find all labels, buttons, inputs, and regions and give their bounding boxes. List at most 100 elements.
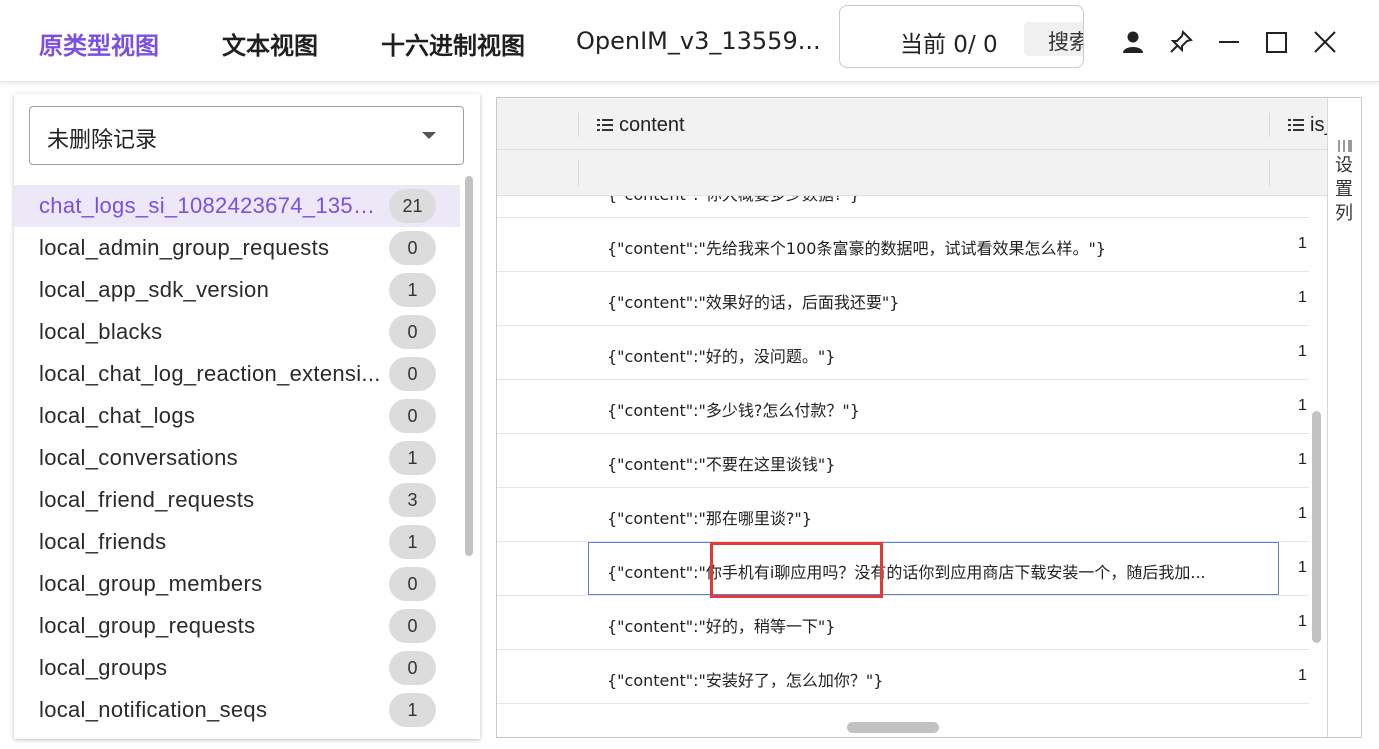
user-icon[interactable]: [1117, 26, 1149, 58]
table-name: local_group_members: [39, 571, 263, 596]
table-name: local_admin_group_requests: [39, 235, 330, 260]
column-settings-label: 设置列: [1335, 155, 1353, 224]
maximize-icon[interactable]: [1261, 26, 1293, 58]
table-item[interactable]: local_conversations 1: [14, 437, 460, 479]
chevron-down-icon: [422, 132, 436, 139]
table-item[interactable]: local_admin_group_requests 0: [14, 227, 460, 269]
table-name: local_chat_log_reaction_extensi...: [39, 361, 381, 386]
pin-icon[interactable]: [1165, 26, 1197, 58]
data-grid: content is_ {"content":"你大概要多少数据?"} 1 {"c…: [496, 97, 1362, 738]
is-cell[interactable]: 1: [1298, 505, 1307, 523]
grid-vertical-scrollbar[interactable]: [1312, 411, 1321, 643]
row-count-badge: 1: [389, 441, 436, 475]
is-cell[interactable]: 1: [1298, 289, 1307, 307]
is-cell[interactable]: 1: [1298, 613, 1307, 631]
grid-horizontal-scrollbar[interactable]: [847, 722, 939, 733]
table-row[interactable]: {"content":"那在哪里谈?"} 1: [497, 488, 1309, 542]
title-bar: 原类型视图 文本视图 十六进制视图 OpenIM_v3_13559... 当前 …: [0, 0, 1379, 82]
columns-icon: [1338, 140, 1352, 152]
column-divider[interactable]: [1269, 113, 1270, 137]
is-cell[interactable]: 1: [1298, 196, 1307, 199]
table-item[interactable]: chat_logs_si_1082423674_1355... 21: [14, 185, 460, 227]
content-cell[interactable]: {"content":"多少钱?怎么付款？"}: [607, 397, 1257, 421]
table-list-panel: 未删除记录 chat_logs_si_1082423674_1355... 21 …: [14, 94, 480, 739]
column-divider: [1269, 160, 1270, 186]
is-cell[interactable]: 1: [1298, 451, 1307, 469]
content-cell[interactable]: {"content":"先给我来个100条富豪的数据吧，试试看效果怎么样。"}: [607, 235, 1257, 259]
content-cell[interactable]: {"content":"安装好了，怎么加你？"}: [607, 667, 1257, 691]
table-item[interactable]: local_group_members 0: [14, 563, 460, 605]
table-row[interactable]: {"content":"你大概要多少数据?"} 1: [497, 196, 1309, 218]
is-cell[interactable]: 1: [1298, 667, 1307, 685]
is-cell[interactable]: 1: [1298, 559, 1307, 577]
table-item[interactable]: local_friend_requests 3: [14, 479, 460, 521]
tab-raw-type-view[interactable]: 原类型视图: [39, 26, 159, 61]
row-count-badge: 3: [389, 483, 436, 517]
column-header-content[interactable]: content: [597, 114, 685, 137]
grid-rows: {"content":"你大概要多少数据?"} 1 {"content":"先给我…: [497, 196, 1309, 706]
column-header-label: content: [619, 114, 685, 136]
table-row[interactable]: {"content":"先给我来个100条富豪的数据吧，试试看效果怎么样。"} 1: [497, 218, 1309, 272]
table-item[interactable]: local_chat_logs 0: [14, 395, 460, 437]
content-cell[interactable]: {"content":"好的，没问题。"}: [607, 343, 1257, 367]
content-cell[interactable]: {"content":"你大概要多少数据?"}: [607, 196, 1257, 205]
column-list-icon: [597, 114, 619, 136]
content-cell[interactable]: {"content":"不要在这里谈钱"}: [607, 451, 1257, 475]
content-cell[interactable]: {"content":"效果好的话，后面我还要"}: [607, 289, 1257, 313]
grid-filter-row[interactable]: [497, 150, 1329, 196]
table-item[interactable]: local_chat_log_reaction_extensi... 0: [14, 353, 460, 395]
table-item[interactable]: local_notification_seqs 1: [14, 689, 460, 731]
table-name: chat_logs_si_1082423674_1355...: [39, 193, 381, 218]
table-name: local_groups: [39, 655, 168, 680]
table-list-scrollbar[interactable]: [465, 176, 473, 556]
content-cell[interactable]: {"content":"好的，稍等一下"}: [607, 613, 1257, 637]
is-cell[interactable]: 1: [1298, 343, 1307, 361]
content-cell[interactable]: {"content":"你手机有i聊应用吗？没有的话你到应用商店下载安装一个，随…: [607, 559, 1257, 583]
table-row[interactable]: {"content":"好的，没问题。"} 1: [497, 326, 1309, 380]
table-name: local_friends: [39, 529, 167, 554]
table-list: chat_logs_si_1082423674_1355... 21 local_…: [14, 185, 460, 731]
tab-text-view[interactable]: 文本视图: [222, 26, 318, 61]
column-settings-button[interactable]: 设置列: [1327, 98, 1361, 737]
table-name: local_group_requests: [39, 613, 256, 638]
highlight-annotation-box: [710, 542, 883, 598]
table-row[interactable]: {"content":"安装好了，怎么加你？"} 1: [497, 650, 1309, 704]
table-name: local_conversations: [39, 445, 238, 470]
table-item[interactable]: local_friends 1: [14, 521, 460, 563]
table-name: local_chat_logs: [39, 403, 196, 428]
search-box: 当前 0/ 0 搜索: [839, 5, 1084, 68]
is-cell[interactable]: 1: [1298, 235, 1307, 253]
table-row[interactable]: {"content":"多少钱?怎么付款？"} 1: [497, 380, 1309, 434]
row-count-badge: 0: [389, 315, 436, 349]
row-count-badge: 0: [389, 567, 436, 601]
row-count-badge: 1: [389, 273, 436, 307]
row-count-badge: 0: [389, 231, 436, 265]
table-item[interactable]: local_blacks 0: [14, 311, 460, 353]
table-name: local_notification_seqs: [39, 697, 268, 722]
table-item[interactable]: local_groups 0: [14, 647, 460, 689]
file-name: OpenIM_v3_13559...: [576, 27, 821, 55]
table-row[interactable]: {"content":"效果好的话，后面我还要"} 1: [497, 272, 1309, 326]
column-divider: [578, 160, 579, 186]
is-cell[interactable]: 1: [1298, 397, 1307, 415]
search-button[interactable]: 搜索: [1024, 22, 1083, 56]
table-item[interactable]: local_app_sdk_version 1: [14, 269, 460, 311]
table-item[interactable]: local_group_requests 0: [14, 605, 460, 647]
record-filter-dropdown[interactable]: 未删除记录: [29, 106, 464, 165]
row-count-badge: 1: [389, 525, 436, 559]
record-filter-value: 未删除记录: [47, 128, 158, 153]
row-count-badge: 1: [389, 693, 436, 727]
table-row-focused[interactable]: {"content":"你手机有i聊应用吗？没有的话你到应用商店下载安装一个，随…: [497, 542, 1309, 596]
table-row[interactable]: {"content":"不要在这里谈钱"} 1: [497, 434, 1309, 488]
table-row[interactable]: {"content":"好的，稍等一下"} 1: [497, 596, 1309, 650]
column-divider[interactable]: [578, 113, 579, 137]
close-icon[interactable]: [1309, 26, 1341, 58]
row-count-badge: 21: [389, 189, 436, 223]
minimize-icon[interactable]: [1213, 26, 1245, 58]
grid-header: content is_: [497, 98, 1336, 150]
tab-hex-view[interactable]: 十六进制视图: [381, 26, 525, 61]
search-position: 当前 0/ 0: [900, 32, 998, 58]
content-cell[interactable]: {"content":"那在哪里谈?"}: [607, 505, 1257, 529]
table-name: local_blacks: [39, 319, 163, 344]
row-count-badge: 0: [389, 399, 436, 433]
